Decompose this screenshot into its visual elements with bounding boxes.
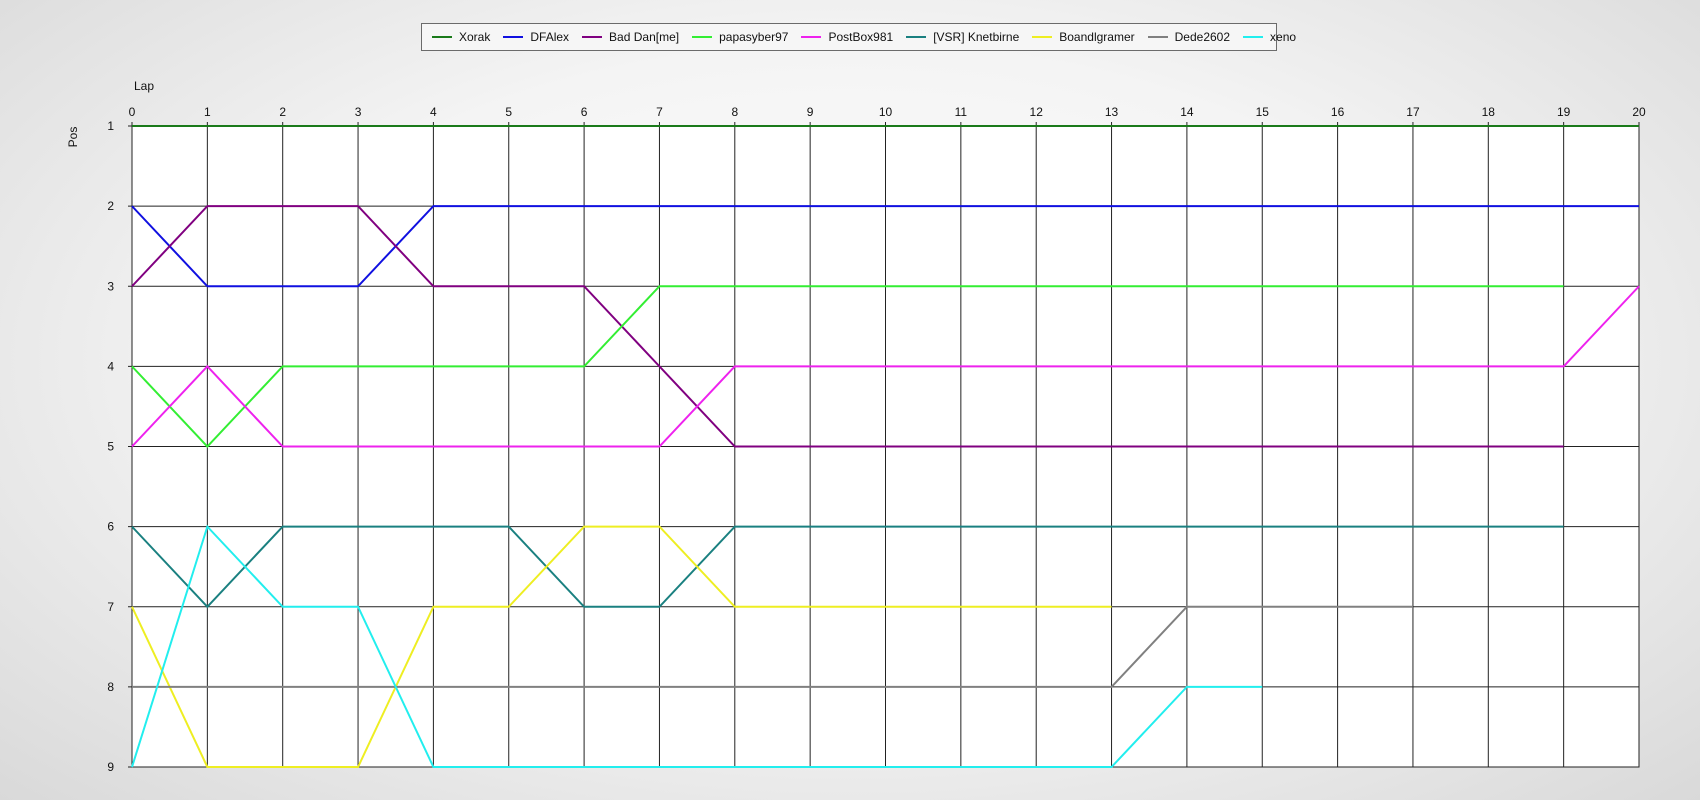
- x-tick-label: 7: [656, 105, 663, 119]
- chart-grid: [128, 122, 1640, 768]
- x-tick-label: 4: [430, 105, 437, 119]
- x-tick-label: 17: [1406, 105, 1420, 119]
- x-tick-label: 19: [1557, 105, 1571, 119]
- y-axis-label: Pos: [66, 127, 80, 148]
- y-tick-label: 5: [107, 440, 114, 454]
- x-tick-label: 18: [1482, 105, 1496, 119]
- x-tick-label: 20: [1632, 105, 1646, 119]
- x-tick-label: 16: [1331, 105, 1345, 119]
- x-tick-label: 0: [129, 105, 136, 119]
- x-tick-label: 8: [731, 105, 738, 119]
- x-tick-label: 9: [807, 105, 814, 119]
- x-axis-label: Lap: [134, 79, 154, 93]
- x-tick-label: 5: [505, 105, 512, 119]
- y-tick-label: 9: [107, 760, 114, 774]
- y-tick-label: 1: [107, 119, 114, 133]
- x-tick-label: 14: [1180, 105, 1194, 119]
- x-tick-label: 12: [1030, 105, 1044, 119]
- x-tick-label: 1: [204, 105, 211, 119]
- x-tick-label: 2: [279, 105, 286, 119]
- y-tick-label: 6: [107, 520, 114, 534]
- y-tick-label: 2: [107, 199, 114, 213]
- y-tick-label: 3: [107, 279, 114, 293]
- lap-position-chart: 0 1 2 3 4 5 6 7 8 9 10 11 12 13 14 15 16 17 18 19 2012345678…: [66, 79, 1646, 774]
- x-tick-label: 11: [955, 105, 968, 119]
- y-tick-label: 7: [107, 600, 114, 614]
- x-tick-label: 3: [355, 105, 362, 119]
- x-tick-label: 13: [1105, 105, 1119, 119]
- x-tick-label: 15: [1256, 105, 1270, 119]
- y-tick-label: 8: [107, 680, 114, 694]
- y-tick-label: 4: [107, 359, 114, 373]
- x-tick-label: 10: [879, 105, 893, 119]
- x-tick-label: 6: [581, 105, 588, 119]
